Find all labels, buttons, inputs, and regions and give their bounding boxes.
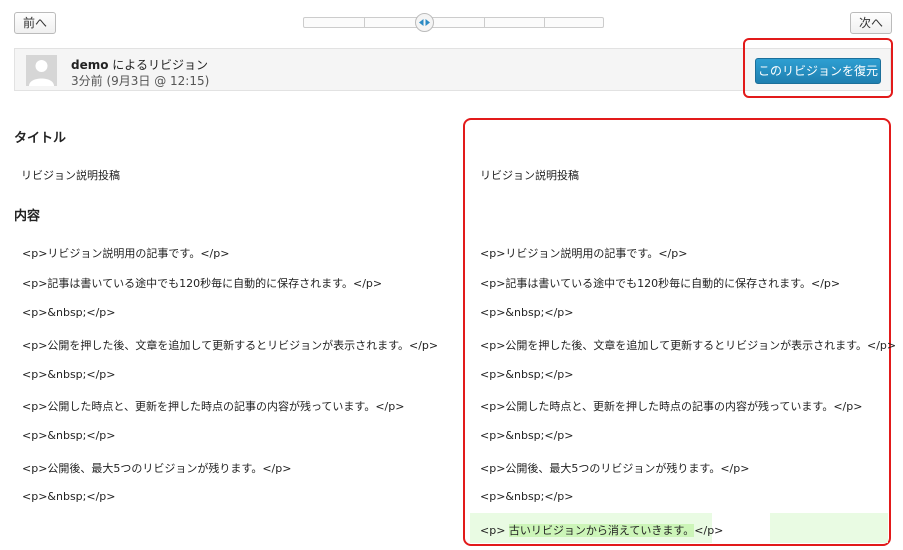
author-suffix: によるリビジョン <box>108 58 208 72</box>
right-row: <p>公開を押した後、文章を追加して更新するとリビジョンが表示されます。</p> <box>480 339 897 352</box>
avatar <box>26 55 57 86</box>
content-heading: 内容 <box>14 209 41 224</box>
slider-tick <box>544 18 545 27</box>
user-icon <box>26 55 57 86</box>
next-button[interactable]: 次へ <box>849 12 892 34</box>
left-row: <p>公開後、最大5つのリビジョンが残ります。</p> <box>22 462 292 475</box>
left-row: <p>&nbsp;</p> <box>22 368 116 381</box>
added-text: 古いリビジョンから消えていきます。 <box>508 524 695 537</box>
added-row: <p> 古いリビジョンから消えていきます。</p> <box>480 522 723 538</box>
left-row: <p>&nbsp;</p> <box>22 306 116 319</box>
right-row: <p>公開後、最大5つのリビジョンが残ります。</p> <box>480 462 750 475</box>
added-open-tag: <p> <box>480 524 506 537</box>
left-row: <p>&nbsp;</p> <box>22 490 116 503</box>
previous-button[interactable]: 前へ <box>14 12 57 34</box>
slider-tick <box>484 18 485 27</box>
title-left: リビジョン説明投稿 <box>21 169 120 182</box>
left-row: <p>記事は書いている途中でも120秒毎に自動的に保存されます。</p> <box>22 277 383 290</box>
added-close-tag: </p> <box>694 524 724 537</box>
right-row: <p>記事は書いている途中でも120秒毎に自動的に保存されます。</p> <box>480 277 841 290</box>
restore-revision-button[interactable]: このリビジョンを復元 <box>755 58 881 84</box>
arrows-icon <box>419 19 430 26</box>
revision-author: demo によるリビジョン <box>71 56 208 73</box>
right-row: <p>リビジョン説明用の記事です。</p> <box>480 247 688 260</box>
right-row: <p>&nbsp;</p> <box>480 429 574 442</box>
revision-time: 3分前 (9月3日 @ 12:15) <box>71 74 210 88</box>
right-row: <p>公開した時点と、更新を押した時点の記事の内容が残っています。</p> <box>480 400 863 413</box>
diff-highlight-frame <box>463 118 891 546</box>
left-row: <p>公開を押した後、文章を追加して更新するとリビジョンが表示されます。</p> <box>22 339 439 352</box>
left-row: <p>&nbsp;</p> <box>22 429 116 442</box>
slider-handle[interactable] <box>415 13 434 32</box>
author-name: demo <box>71 58 109 72</box>
slider-tick <box>364 18 365 27</box>
left-row: <p>公開した時点と、更新を押した時点の記事の内容が残っています。</p> <box>22 400 405 413</box>
title-heading: タイトル <box>14 131 67 146</box>
right-row: <p>&nbsp;</p> <box>480 368 574 381</box>
right-row: <p>&nbsp;</p> <box>480 490 574 503</box>
revision-slider[interactable] <box>303 13 604 32</box>
left-row: <p>リビジョン説明用の記事です。</p> <box>22 247 230 260</box>
right-row: <p>&nbsp;</p> <box>480 306 574 319</box>
